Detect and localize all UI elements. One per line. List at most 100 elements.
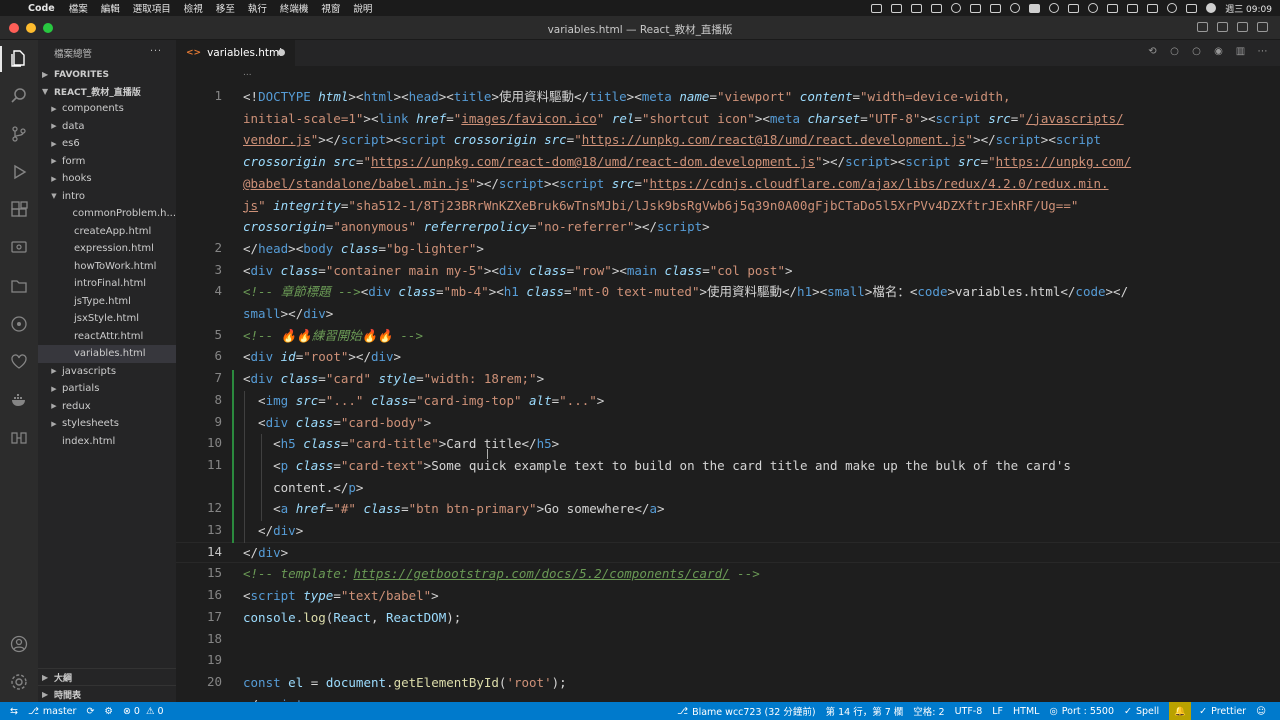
file-item[interactable]: jsType.html — [38, 293, 176, 311]
toggle-secondary-sidebar-icon[interactable] — [1237, 22, 1248, 32]
menu-app-name[interactable]: Code — [28, 3, 55, 14]
explorer-icon[interactable] — [9, 48, 29, 68]
code-line[interactable]: <!-- template：https://getbootstrap.com/d… — [243, 563, 760, 585]
project-section[interactable]: ▼ REACT_教材_直播版 — [38, 83, 176, 100]
bluetooth-icon[interactable] — [1107, 3, 1119, 13]
code-line[interactable]: <div class="card" style="width: 18rem;"> — [243, 368, 544, 390]
compare-changes-icon[interactable]: ⟲ — [1147, 46, 1158, 57]
tab-variables-html[interactable]: <> variables.html — [176, 40, 296, 66]
toggle-sidebar-icon[interactable] — [1197, 22, 1208, 32]
source-control-icon[interactable] — [9, 124, 29, 144]
open-changes-icon[interactable]: ◉ — [1213, 46, 1224, 57]
extensions-icon[interactable] — [9, 200, 29, 220]
file-item[interactable]: expression.html — [38, 240, 176, 258]
file-item[interactable]: jsxStyle.html — [38, 310, 176, 328]
code-line[interactable]: <div id="root"></div> — [243, 346, 401, 368]
code-line[interactable]: <script type="text/babel"> — [243, 585, 439, 607]
indentation[interactable]: 空格: 2 — [913, 704, 944, 718]
app-icon[interactable] — [970, 3, 982, 13]
menubar-clock[interactable]: 週三 09:09 — [1225, 2, 1272, 15]
code-line[interactable]: </div> — [243, 542, 288, 564]
siri-icon[interactable] — [1206, 3, 1217, 13]
feedback-icon[interactable]: ☺ — [1256, 706, 1266, 717]
end-of-line[interactable]: LF — [992, 706, 1003, 717]
spell-item[interactable]: ✓ Spell — [1124, 706, 1159, 717]
folder-item[interactable]: ▶ partials — [38, 380, 176, 398]
code-line[interactable]: vendor.js"></script><script crossorigin … — [243, 129, 1101, 151]
code-line[interactable]: <div class="card-body"> — [243, 412, 431, 434]
battery-icon[interactable] — [1068, 3, 1080, 13]
live-server-item[interactable]: ◎ Port : 5500 — [1049, 706, 1114, 717]
pin-icon[interactable] — [891, 3, 903, 13]
cloud-icon[interactable] — [951, 3, 962, 13]
run-debug-icon[interactable] — [9, 162, 29, 182]
folder-item[interactable]: ▶ hooks — [38, 170, 176, 188]
outline-section[interactable]: ▶ 大綱 — [38, 668, 176, 685]
notification-bell-icon[interactable]: 🔔 — [1169, 702, 1192, 720]
menu-window[interactable]: 視窗 — [321, 1, 340, 15]
split-editor-icon[interactable]: ▥ — [1235, 46, 1246, 57]
folder-item[interactable]: ▼ intro — [38, 188, 176, 206]
file-item[interactable]: index.html — [38, 433, 176, 451]
code-line[interactable]: <!-- 章節標題 --><div class="mb-4"><h1 class… — [243, 281, 1128, 303]
code-line[interactable]: content.</p> — [243, 477, 363, 499]
problems-item[interactable]: ⊗ 0 ⚠ 0 — [123, 706, 164, 717]
code-line[interactable]: small></div> — [243, 303, 333, 325]
code-line[interactable]: console.log(React, ReactDOM); — [243, 607, 461, 629]
code-line[interactable]: <div class="container main my-5"><div cl… — [243, 260, 793, 282]
customize-layout-icon[interactable] — [1257, 22, 1268, 32]
settings-gear-icon[interactable] — [9, 672, 29, 692]
more-actions-icon[interactable]: ··· — [150, 46, 162, 57]
folder-item[interactable]: ▶ form — [38, 153, 176, 171]
control-center-icon[interactable] — [1186, 3, 1198, 13]
folder-item[interactable]: ▶ redux — [38, 398, 176, 416]
search-icon[interactable] — [9, 86, 29, 106]
menu-edit[interactable]: 編輯 — [101, 1, 120, 15]
favorites-section[interactable]: ▶ FAVORITES — [38, 66, 176, 83]
sync-icon[interactable]: ⟳ — [86, 706, 94, 717]
menu-selection[interactable]: 選取項目 — [133, 1, 171, 15]
code-line[interactable]: crossorigin="anonymous" referrerpolicy="… — [243, 216, 710, 238]
previous-change-icon[interactable]: ○ — [1169, 46, 1180, 57]
code-line[interactable]: @babel/standalone/babel.min.js"></script… — [243, 173, 1109, 195]
code-line[interactable]: crossorigin src="https://unpkg.com/react… — [243, 151, 1131, 173]
toggle-icon[interactable] — [1049, 3, 1060, 13]
encoding[interactable]: UTF-8 — [955, 706, 983, 717]
volume-icon[interactable] — [1127, 3, 1139, 13]
file-item[interactable]: howToWork.html — [38, 258, 176, 276]
menu-file[interactable]: 檔案 — [69, 1, 88, 15]
menu-terminal[interactable]: 終端機 — [280, 1, 309, 15]
folder-icon[interactable] — [9, 276, 29, 296]
file-item[interactable]: variables.html — [38, 345, 176, 363]
folder-item[interactable]: ▶ es6 — [38, 135, 176, 153]
fork-icon[interactable] — [990, 3, 1002, 13]
code-line[interactable]: <img src="..." class="card-img-top" alt=… — [243, 390, 604, 412]
code-line[interactable]: </script> — [243, 694, 311, 702]
branch-item[interactable]: ⎇ master — [28, 706, 76, 717]
menu-run[interactable]: 執行 — [248, 1, 267, 15]
code-line[interactable]: const el = document.getElementById('root… — [243, 672, 567, 694]
folder-item[interactable]: ▶ data — [38, 118, 176, 136]
menu-help[interactable]: 說明 — [353, 1, 372, 15]
menu-view[interactable]: 檢視 — [184, 1, 203, 15]
live-share-icon[interactable] — [9, 428, 29, 448]
prettier-item[interactable]: ✓ Prettier — [1199, 706, 1246, 717]
modified-lines-indicator[interactable] — [232, 370, 234, 543]
camera-icon[interactable] — [871, 3, 883, 13]
code-line[interactable]: </div> — [243, 520, 303, 542]
git-blame-item[interactable]: ⎇ Blame wcc723 (32 分鐘前) — [677, 704, 815, 719]
code-line[interactable]: <!DOCTYPE html><html><head><title>使用資料驅動… — [243, 86, 1011, 108]
toggle-panel-icon[interactable] — [1217, 22, 1228, 32]
clock-status-icon[interactable] — [1088, 3, 1099, 13]
breadcrumb[interactable]: ... — [243, 68, 252, 78]
cursor-position[interactable]: 第 14 行，第 7 欄 — [826, 704, 904, 718]
file-item[interactable]: introFinal.html — [38, 275, 176, 293]
folder-item[interactable]: ▶ javascripts — [38, 363, 176, 381]
code-line[interactable]: <a href="#" class="btn btn-primary">Go s… — [243, 498, 664, 520]
code-line[interactable]: initial-scale=1"><link href="images/favi… — [243, 108, 1124, 130]
folder-item[interactable]: ▶ stylesheets — [38, 415, 176, 433]
remote-indicator-icon[interactable]: ⇆ — [10, 706, 18, 717]
file-item[interactable]: reactAttr.html — [38, 328, 176, 346]
file-item[interactable]: createApp.html — [38, 223, 176, 241]
code-line[interactable]: <p class="card-text">Some quick example … — [243, 455, 1071, 477]
